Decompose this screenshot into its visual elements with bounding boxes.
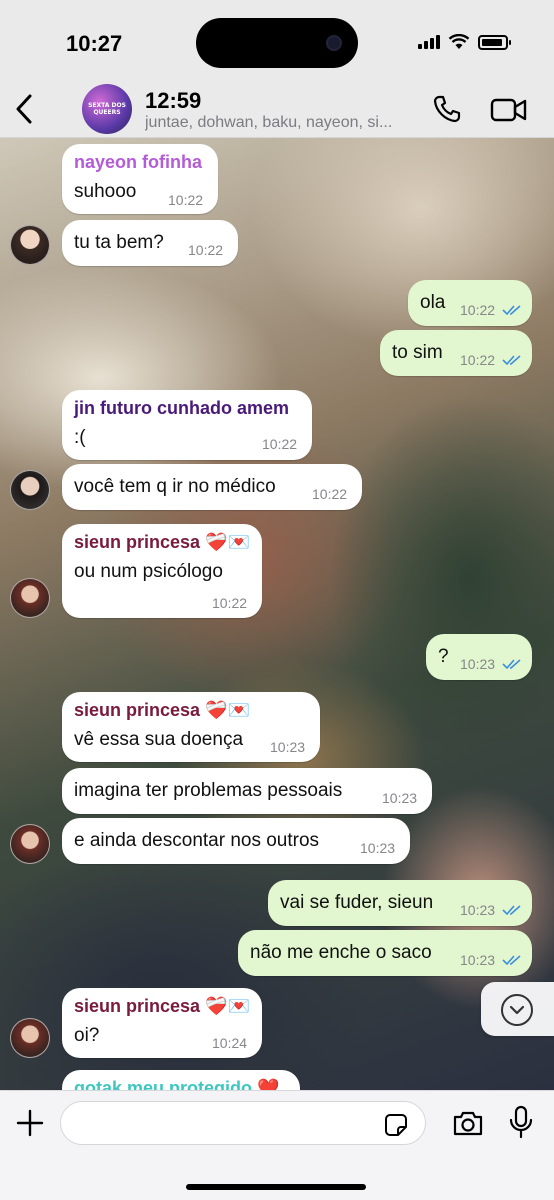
mic-icon[interactable]: [508, 1105, 534, 1139]
message-text: oi?: [74, 1025, 100, 1046]
avatar[interactable]: [10, 225, 50, 265]
group-avatar[interactable]: SEXTA DOS QUEERS: [82, 84, 132, 134]
message-text: suhooo: [74, 181, 137, 202]
message-bubble[interactable]: não me enche o saco 10:23: [238, 930, 532, 976]
message-bubble[interactable]: imagina ter problemas pessoais 10:23: [62, 768, 432, 814]
message-bubble[interactable]: to sim 10:22: [380, 330, 532, 376]
message-bubble[interactable]: você tem q ir no médico 10:22: [62, 464, 362, 510]
sender-name[interactable]: sieun princesa ❤️‍🩹💌: [74, 700, 250, 721]
read-receipt-icon: [502, 955, 521, 966]
video-icon[interactable]: [490, 96, 528, 124]
message-time: 10:22: [188, 242, 224, 258]
message-text: e ainda descontar nos outros: [74, 830, 320, 851]
message-time: 10:22: [262, 436, 298, 452]
message-text: não me enche o saco: [250, 942, 432, 963]
chat-title[interactable]: 12:59: [145, 88, 201, 114]
status-time: 10:27: [66, 31, 123, 56]
message-input[interactable]: [60, 1101, 426, 1145]
message-bubble[interactable]: sieun princesa ❤️‍🩹💌 vê essa sua doença …: [62, 692, 320, 762]
sender-name[interactable]: sieun princesa ❤️‍🩹💌: [74, 532, 250, 553]
camera-icon[interactable]: [452, 1109, 484, 1137]
avatar[interactable]: [10, 470, 50, 510]
message-text: vê essa sua doença: [74, 729, 244, 750]
message-text: imagina ter problemas pessoais: [74, 780, 343, 801]
sticker-icon[interactable]: [384, 1113, 408, 1137]
read-receipt-icon: [502, 355, 521, 366]
message-bubble[interactable]: e ainda descontar nos outros 10:23: [62, 818, 410, 864]
message-text: vai se fuder, sieun: [280, 892, 434, 913]
status-icons: [418, 34, 511, 50]
sender-name[interactable]: nayeon fofinha: [74, 152, 202, 173]
avatar[interactable]: [10, 1018, 50, 1058]
message-text: ?: [438, 646, 449, 667]
read-receipt-icon: [502, 659, 521, 670]
wifi-icon: [448, 34, 470, 49]
sender-name[interactable]: sieun princesa ❤️‍🩹💌: [74, 996, 250, 1017]
avatar[interactable]: [10, 578, 50, 618]
read-receipt-icon: [502, 305, 521, 316]
message-bubble[interactable]: vai se fuder, sieun 10:23: [268, 880, 532, 926]
chevron-down-icon: [501, 994, 533, 1026]
group-avatar-text: SEXTA DOS QUEERS: [88, 102, 126, 116]
message-bubble[interactable]: nayeon fofinha suhooo 10:22: [62, 144, 218, 214]
message-text: to sim: [392, 342, 443, 363]
message-bubble[interactable]: sieun princesa ❤️‍🩹💌 oi? 10:24: [62, 988, 262, 1058]
message-time: 10:22: [312, 486, 348, 502]
message-text: tu ta bem?: [74, 232, 164, 253]
avatar[interactable]: [10, 824, 50, 864]
message-text: ou num psicólogo: [74, 561, 223, 582]
message-time: 10:22: [460, 302, 496, 318]
chat-header: 10:27 SEXTA DOS QUEERS 12:59 juntae, doh…: [0, 0, 554, 138]
back-chevron-icon[interactable]: [12, 92, 36, 126]
message-time: 10:23: [270, 739, 306, 755]
message-time: 10:23: [460, 952, 496, 968]
sender-name[interactable]: jin futuro cunhado amem: [74, 398, 289, 419]
message-time: 10:24: [212, 1035, 248, 1051]
message-time: 10:22: [168, 192, 204, 208]
scroll-to-bottom-button[interactable]: [481, 982, 554, 1036]
battery-icon: [478, 34, 511, 50]
message-bubble[interactable]: ? 10:23: [426, 634, 532, 680]
message-time: 10:23: [360, 840, 396, 856]
message-text: ola: [420, 292, 446, 313]
message-time: 10:23: [460, 656, 496, 672]
message-time: 10:22: [460, 352, 496, 368]
message-bubble[interactable]: jin futuro cunhado amem :( 10:22: [62, 390, 312, 460]
message-time: 10:23: [382, 790, 418, 806]
cellular-signal-icon: [418, 35, 440, 49]
message-time: 10:23: [460, 902, 496, 918]
message-bubble[interactable]: sieun princesa ❤️‍🩹💌 ou num psicólogo 10…: [62, 524, 262, 618]
composer-bar: [0, 1090, 554, 1200]
read-receipt-icon: [502, 905, 521, 916]
message-bubble[interactable]: ola 10:22: [408, 280, 532, 326]
plus-icon[interactable]: [14, 1107, 46, 1139]
message-text: :(: [74, 427, 86, 448]
phone-icon[interactable]: [432, 94, 462, 124]
dynamic-island: [196, 18, 358, 68]
message-text: você tem q ir no médico: [74, 476, 276, 497]
message-time: 10:22: [212, 595, 248, 611]
home-indicator: [186, 1184, 366, 1190]
message-bubble[interactable]: tu ta bem? 10:22: [62, 220, 238, 266]
chat-members[interactable]: juntae, dohwan, baku, nayeon, si...: [145, 114, 419, 132]
